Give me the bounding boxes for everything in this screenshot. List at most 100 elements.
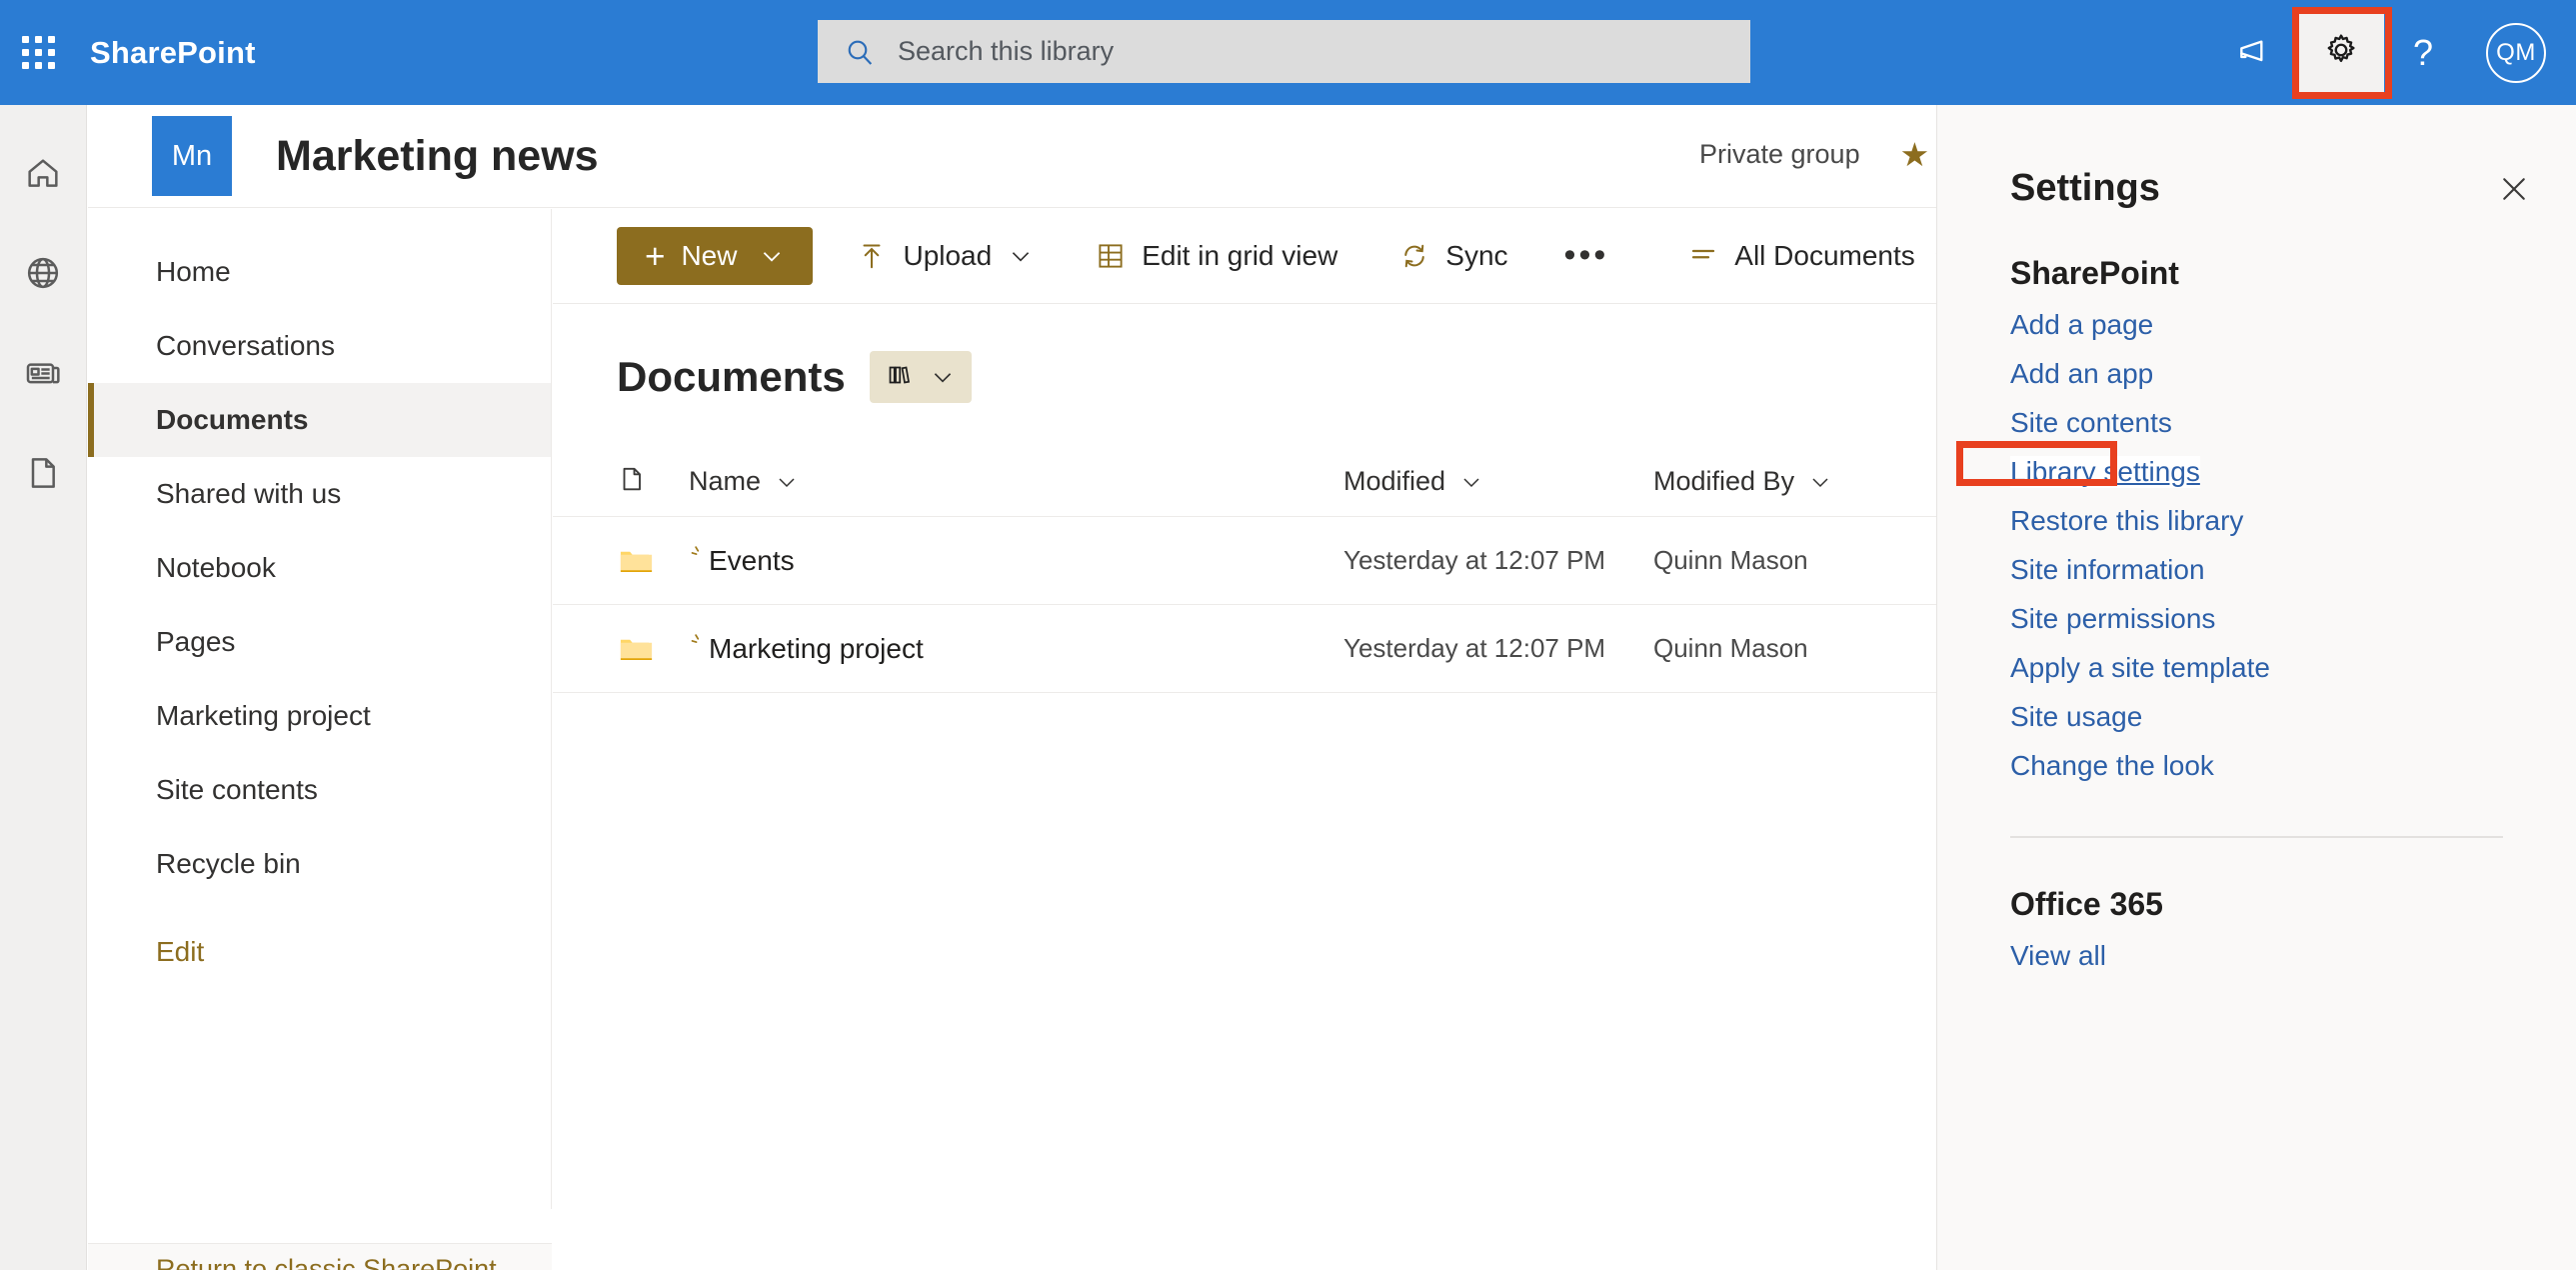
settings-panel: Settings SharePoint Add a page Add an ap… [1937, 105, 2576, 1270]
panel-link-add-an-app[interactable]: Add an app [2010, 358, 2153, 390]
command-bar: + New Upload [553, 209, 1937, 304]
sidebar-item-shared-with-us[interactable]: Shared with us [88, 457, 551, 531]
settings-gear-button[interactable] [2298, 14, 2384, 92]
edit-in-grid-view-label: Edit in grid view [1142, 240, 1337, 272]
chevron-down-icon [759, 243, 785, 269]
row-modified-cell: Yesterday at 12:07 PM [1343, 633, 1653, 664]
sync-icon [1399, 241, 1429, 271]
table-row[interactable]: Events Yesterday at 12:07 PM Quinn Mason [553, 517, 1937, 605]
new-item-sparkle-icon [689, 545, 709, 576]
rail-item-files[interactable] [13, 445, 73, 505]
sidebar-item-label: Shared with us [156, 478, 341, 510]
privacy-label: Private group [1699, 139, 1860, 170]
row-modified-label: Yesterday at 12:07 PM [1343, 633, 1605, 663]
sidebar-item-documents[interactable]: Documents [88, 383, 551, 457]
folder-icon [617, 543, 653, 579]
home-icon [23, 153, 63, 198]
suite-bar: SharePoint Search this library [0, 0, 2576, 105]
sync-button[interactable]: Sync [1381, 227, 1525, 285]
sidebar-item-label: Marketing project [156, 700, 371, 732]
row-name-cell[interactable]: Events [689, 545, 1343, 577]
row-modified-label: Yesterday at 12:07 PM [1343, 545, 1605, 575]
megaphone-button[interactable] [2212, 17, 2284, 89]
upload-label: Upload [903, 240, 992, 272]
avatar[interactable]: QM [2486, 23, 2546, 83]
column-header-modified-label: Modified [1343, 466, 1445, 497]
library-heading: Documents [617, 351, 1937, 403]
waffle-menu-button[interactable] [0, 0, 76, 105]
column-header-name[interactable]: Name [689, 466, 1343, 497]
grid-view-icon [1096, 241, 1126, 271]
sidebar-item-site-contents[interactable]: Site contents [88, 753, 551, 827]
column-header-modified-by-label: Modified By [1653, 466, 1794, 497]
table-row[interactable]: Marketing project Yesterday at 12:07 PM … [553, 605, 1937, 693]
column-header-modified[interactable]: Modified [1343, 466, 1653, 497]
sidebar-item-recycle-bin[interactable]: Recycle bin [88, 827, 551, 901]
column-header-modified-by[interactable]: Modified By [1653, 466, 1953, 497]
sidebar-edit-link[interactable]: Edit [88, 915, 551, 989]
chevron-down-icon [1808, 470, 1832, 494]
suite-actions: ? QM [2212, 0, 2576, 105]
megaphone-icon [2228, 30, 2268, 75]
row-icon-cell [617, 543, 689, 579]
new-item-sparkle-icon [689, 633, 709, 664]
upload-button[interactable]: Upload [839, 227, 1052, 285]
panel-link-add-a-page[interactable]: Add a page [2010, 309, 2153, 341]
panel-link-site-contents[interactable]: Site contents [2010, 407, 2172, 439]
app-root: SharePoint Search this library [0, 0, 2576, 1270]
column-header-file-type[interactable] [617, 464, 689, 499]
documents-list: Name Modified Modified By [553, 447, 1937, 693]
chevron-down-icon [930, 364, 956, 390]
row-name-label: Events [709, 545, 795, 577]
suite-brand-sharepoint[interactable]: SharePoint [90, 35, 256, 71]
view-selector-button[interactable]: All Documents [1670, 227, 1975, 285]
panel-link-site-usage[interactable]: Site usage [2010, 701, 2142, 733]
return-to-classic-link[interactable]: Return to classic SharePoint [88, 1254, 552, 1270]
row-modified-cell: Yesterday at 12:07 PM [1343, 545, 1653, 576]
sidebar-item-label: Home [156, 256, 231, 288]
panel-link-apply-a-site-template[interactable]: Apply a site template [2010, 652, 2270, 684]
row-modified-by-cell: Quinn Mason [1653, 633, 1953, 664]
panel-link-restore-this-library[interactable]: Restore this library [2010, 505, 2243, 537]
panel-links-office365: View all [1937, 940, 2576, 972]
star-icon: ★ [1900, 138, 1930, 171]
close-icon [2496, 171, 2532, 212]
sidebar-item-notebook[interactable]: Notebook [88, 531, 551, 605]
close-panel-button[interactable] [2490, 167, 2538, 215]
site-logo[interactable]: Mn [152, 116, 232, 196]
news-icon [23, 353, 63, 398]
panel-links-sharepoint: Add a page Add an app Site contents Libr… [1937, 309, 2576, 782]
row-name-cell[interactable]: Marketing project [689, 633, 1343, 665]
panel-link-change-the-look[interactable]: Change the look [2010, 750, 2214, 782]
panel-link-site-information[interactable]: Site information [2010, 554, 2205, 586]
help-button[interactable]: ? [2384, 32, 2462, 74]
new-button[interactable]: + New [617, 227, 813, 285]
library-title: Documents [617, 353, 846, 401]
site-navigation: Home Conversations Documents Shared with… [88, 209, 552, 1209]
panel-section-title-office365: Office 365 [2010, 886, 2576, 923]
edit-in-grid-view-button[interactable]: Edit in grid view [1078, 227, 1355, 285]
panel-link-view-all[interactable]: View all [2010, 940, 2106, 972]
panel-link-library-settings[interactable]: Library settings [2010, 456, 2200, 488]
library-switcher-button[interactable] [870, 351, 972, 403]
search-input-placeholder[interactable]: Search this library [898, 36, 1114, 67]
more-commands-button[interactable]: ••• [1542, 249, 1631, 263]
upload-icon [857, 241, 887, 271]
rail-item-home[interactable] [13, 145, 73, 205]
sidebar-item-marketing-project[interactable]: Marketing project [88, 679, 551, 753]
sidebar-item-pages[interactable]: Pages [88, 605, 551, 679]
rail-item-news[interactable] [13, 345, 73, 405]
sidebar-item-conversations[interactable]: Conversations [88, 309, 551, 383]
panel-link-site-permissions[interactable]: Site permissions [2010, 603, 2215, 635]
rail-item-sites[interactable] [13, 245, 73, 305]
sidebar-item-label: Documents [156, 404, 308, 436]
folder-icon [617, 631, 653, 667]
library-content: Documents [553, 305, 1937, 1270]
sidebar-item-label: Notebook [156, 552, 276, 584]
page-title[interactable]: Marketing news [276, 132, 599, 181]
view-selector-label: All Documents [1734, 240, 1915, 272]
row-modified-by-cell: Quinn Mason [1653, 545, 1953, 576]
sidebar-item-home[interactable]: Home [88, 235, 551, 309]
sidebar-item-label: Conversations [156, 330, 335, 362]
search-box[interactable]: Search this library [818, 20, 1750, 83]
